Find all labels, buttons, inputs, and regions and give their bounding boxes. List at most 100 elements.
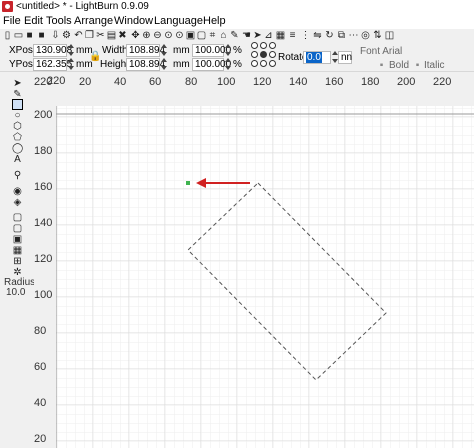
menu-help[interactable]: Help [203, 15, 226, 27]
grid-icon[interactable]: ▦ [275, 30, 286, 41]
open-folder-icon[interactable]: ▭ [13, 30, 24, 41]
xpos-input[interactable]: 130.908 [33, 44, 72, 57]
menu-edit[interactable]: Edit [24, 15, 43, 27]
ruler-y-tick: 220 [34, 76, 53, 88]
ypos-spinner[interactable] [68, 58, 74, 70]
rotate-input[interactable]: 0.0 [303, 51, 331, 64]
width-scale-spinner[interactable] [225, 44, 231, 56]
rectangle-tool-icon[interactable] [12, 99, 23, 110]
anchor-grid[interactable] [251, 42, 277, 70]
lightburn-logo-icon [2, 1, 13, 12]
anchor-tl-icon[interactable] [251, 42, 258, 49]
ypos-input[interactable]: 162.355 [33, 58, 72, 71]
align-icon[interactable]: ≡ [287, 30, 298, 41]
camera-icon[interactable]: ▢ [196, 30, 207, 41]
ruler-y-tick: 200 [34, 109, 53, 121]
weld-shapes-icon[interactable]: ◈ [12, 197, 23, 208]
anchor-tr-icon[interactable] [269, 42, 276, 49]
save-icon[interactable]: ■ [24, 30, 35, 41]
zoom-in-icon[interactable]: ⊕ [141, 30, 152, 41]
ruler-x-tick: 20 [79, 76, 92, 88]
move-icon[interactable]: ✥ [130, 30, 141, 41]
bold-label[interactable]: Bold [389, 60, 409, 71]
height-spinner[interactable] [161, 58, 167, 70]
width-spinner[interactable] [161, 44, 167, 56]
anchor-ml-icon[interactable] [251, 51, 258, 58]
radius-value[interactable]: 10.0 [6, 287, 25, 298]
measure-icon[interactable]: ⊿ [263, 30, 274, 41]
settings-icon[interactable]: ⚙ [61, 30, 72, 41]
menu-language[interactable]: Language [154, 15, 203, 27]
lock-icon[interactable]: 🔒 [89, 51, 101, 62]
home-icon[interactable]: ⌂ [218, 30, 229, 41]
copy-icon[interactable]: ❐ [84, 30, 95, 41]
tools-icon[interactable]: ✎ [229, 30, 240, 41]
lines-tool-icon[interactable]: ⬠ [12, 132, 23, 143]
ellipse-tool-icon[interactable]: ○ [12, 110, 23, 121]
weld-icon[interactable]: ◎ [360, 30, 371, 41]
height-scale-input[interactable]: 100.000 [192, 58, 231, 71]
delete-icon[interactable]: ✖ [117, 30, 128, 41]
left-toolbar: ➤ ✎ ○ ⬡ ⬠ ◯ A ⚲ ◉ ◈ ▢ ▢ ▣ ▦ ⊞ ✲ Radius: … [0, 72, 38, 448]
height-input[interactable]: 108.894 [126, 58, 165, 71]
width-label: Width [102, 45, 128, 56]
boolean-union-icon[interactable]: ▢ [12, 212, 23, 223]
frame-icon[interactable]: ▣ [185, 30, 196, 41]
bold-checkbox-icon[interactable]: ▪ [376, 60, 387, 71]
menu-window[interactable]: Window [114, 15, 153, 27]
array-icon[interactable]: ⋯ [348, 30, 359, 41]
rotate-icon[interactable]: ↻ [324, 30, 335, 41]
offset-icon[interactable]: ◉ [12, 186, 23, 197]
anchor-bc-icon[interactable] [260, 60, 267, 67]
title-bar: <untitled> * - LightBurn 0.9.09 [0, 0, 474, 14]
anchor-center-icon[interactable] [260, 51, 267, 58]
new-file-icon[interactable]: ▯ [2, 30, 13, 41]
hand-icon[interactable]: ☚ [241, 30, 252, 41]
font-label[interactable]: Font Arial [360, 46, 402, 57]
rotate-unit-box[interactable]: nn [338, 51, 352, 64]
origin-marker[interactable] [186, 181, 190, 185]
menu-bar: File Edit Tools Arrange Window Language … [0, 14, 474, 29]
curve-tool-icon[interactable]: ◯ [12, 143, 23, 154]
ruler-x-tick: 160 [325, 76, 344, 88]
anchor-br-icon[interactable] [269, 60, 276, 67]
trace-icon[interactable]: ⌗ [207, 30, 218, 41]
zoom-fit-icon[interactable]: ⊙ [174, 30, 185, 41]
design-canvas[interactable] [56, 106, 474, 448]
undo-icon[interactable]: ↶ [73, 30, 84, 41]
width-scale-input[interactable]: 100.000 [192, 44, 231, 57]
grid-array-icon[interactable]: ⊞ [12, 256, 23, 267]
height-scale-spinner[interactable] [225, 58, 231, 70]
xpos-spinner[interactable] [68, 44, 74, 56]
group-icon[interactable]: ⧉ [336, 30, 347, 41]
flip-icon[interactable]: ⇅ [372, 30, 383, 41]
menu-arrange[interactable]: Arrange [74, 15, 113, 27]
pointer-icon[interactable]: ➤ [252, 30, 263, 41]
cut-icon[interactable]: ✂ [95, 30, 106, 41]
boolean-subtract-icon[interactable]: ▢ [12, 223, 23, 234]
zoom-out-icon[interactable]: ⊖ [152, 30, 163, 41]
array-tool-icon[interactable]: ▦ [12, 245, 23, 256]
anchor-tc-icon[interactable] [260, 42, 267, 49]
canvas-grid [56, 106, 474, 448]
select-tool-icon[interactable]: ➤ [12, 78, 23, 89]
lock-aspect-icon[interactable]: ◫ [384, 30, 395, 41]
italic-checkbox-icon[interactable]: ▪ [412, 60, 423, 71]
anchor-bl-icon[interactable] [251, 60, 258, 67]
save-as-icon[interactable]: ■ [36, 30, 47, 41]
width-input[interactable]: 108.894 [126, 44, 165, 57]
anchor-mr-icon[interactable] [269, 51, 276, 58]
polygon-tool-icon[interactable]: ⬡ [12, 121, 23, 132]
text-tool-icon[interactable]: A [12, 154, 23, 165]
italic-label[interactable]: Italic [424, 60, 445, 71]
menu-tools[interactable]: Tools [46, 15, 72, 27]
import-icon[interactable]: ⇩ [50, 30, 61, 41]
position-laser-icon[interactable]: ⚲ [12, 170, 23, 181]
mirror-icon[interactable]: ⇋ [312, 30, 323, 41]
paste-icon[interactable]: ▤ [106, 30, 117, 41]
ruler-y-tick: 180 [34, 145, 53, 157]
boolean-intersect-icon[interactable]: ▣ [12, 234, 23, 245]
menu-file[interactable]: File [3, 15, 21, 27]
zoom-page-icon[interactable]: ⊙ [163, 30, 174, 41]
distribute-icon[interactable]: ⋮ [300, 30, 311, 41]
